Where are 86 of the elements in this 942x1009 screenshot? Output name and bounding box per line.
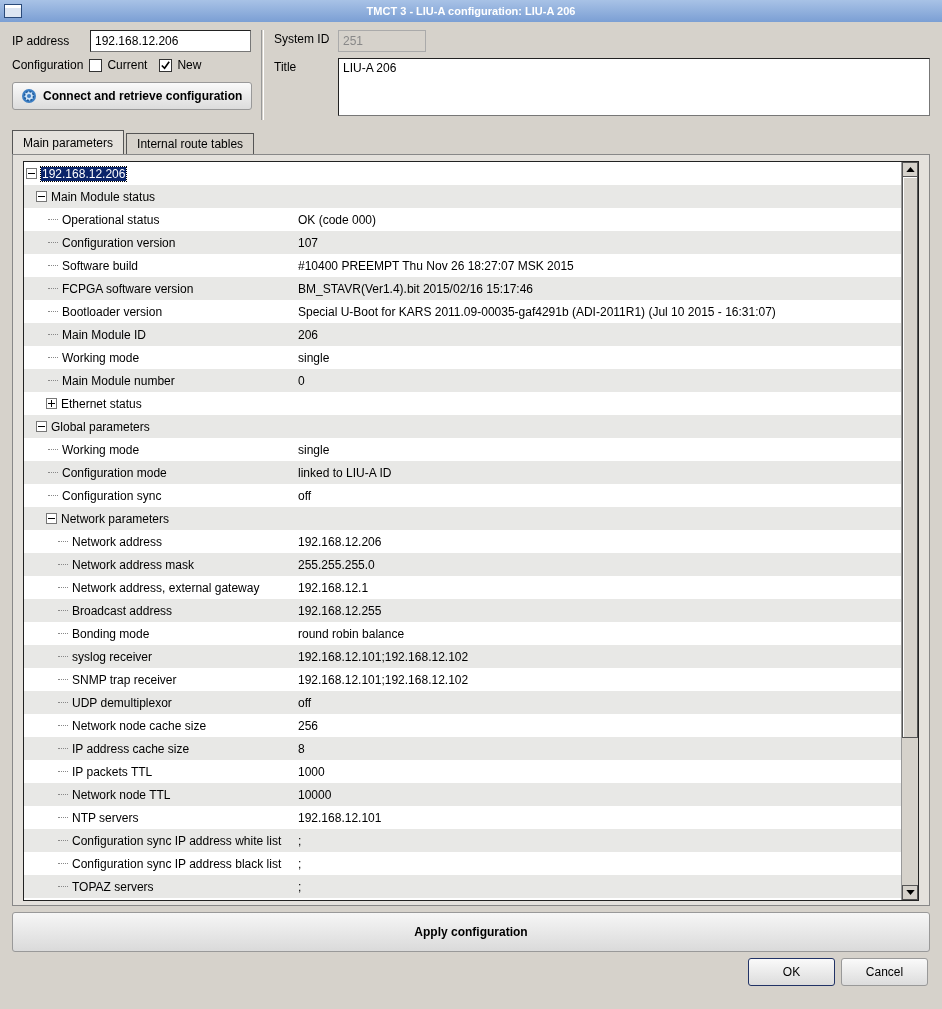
value-cell-text: ;: [297, 833, 302, 848]
tree-item-label[interactable]: 192.168.12.206: [41, 166, 127, 181]
checkbox[interactable]: [89, 58, 103, 72]
tree-item-label[interactable]: SNMP trap receiver: [72, 672, 177, 687]
value-cell-text: BM_STAVR(Ver1.4).bit 2015/02/16 15:17:46: [297, 281, 534, 296]
tree-item-label[interactable]: IP packets TTL: [72, 764, 153, 779]
tree-item-label[interactable]: Network address: [72, 534, 163, 549]
value-cell-text: #10400 PREEMPT Thu Nov 26 18:27:07 MSK 2015: [297, 258, 574, 273]
value-cell-text: 256: [297, 718, 319, 733]
expand-icon[interactable]: [46, 398, 57, 409]
tree-item-label[interactable]: Working mode: [62, 350, 140, 365]
value-cell-text: 1000: [297, 764, 325, 779]
checkbox-label: New: [177, 58, 202, 72]
value-cell-text: 10000: [297, 787, 332, 802]
collapse-icon[interactable]: [46, 513, 57, 524]
tree-item-label[interactable]: Bonding mode: [72, 626, 150, 641]
checkbox[interactable]: [159, 58, 173, 72]
window-title: TMCT 3 - LIU-A configuration: LIU-A 206: [366, 5, 576, 17]
ip-address-label: IP address: [12, 34, 71, 48]
tab[interactable]: Main parameters: [12, 130, 125, 154]
dialog-button[interactable]: Cancel: [841, 958, 928, 986]
tree-item-label[interactable]: Network address mask: [72, 557, 195, 572]
tree-item-label[interactable]: Main Module ID: [62, 327, 147, 342]
tree-item-label[interactable]: Global parameters: [51, 419, 150, 434]
value-cell-text: 192.168.12.101;192.168.12.102: [297, 649, 469, 664]
window-menu-icon[interactable]: [4, 4, 22, 18]
value-cell-text: 8: [297, 741, 305, 756]
value-cell-text: single: [297, 350, 330, 365]
tree-item-label[interactable]: UDP demultiplexor: [72, 695, 172, 710]
ip-address-field[interactable]: 192.168.12.206: [90, 30, 251, 52]
value-cell-text: Special U-Boot for KARS 2011.09-00035-gaf4291b (ADI-2011R1) (Jul 10 2015 - 16:31:07): [297, 304, 776, 319]
tree-item-label[interactable]: Broadcast address: [72, 603, 173, 618]
tree-item-label[interactable]: Ethernet status: [61, 396, 142, 411]
title-label: Title: [274, 59, 298, 74]
collapse-icon[interactable]: [26, 168, 37, 179]
tab[interactable]: Internal route tables: [126, 133, 255, 154]
connect-button[interactable]: Connect and retrieve configuration: [12, 82, 252, 110]
tree-item-label[interactable]: syslog receiver: [72, 649, 153, 664]
gear-icon: [21, 88, 37, 104]
value-cell-text: 0: [297, 373, 305, 388]
value-cell-text: linked to LIU-A ID: [297, 465, 392, 480]
apply-button[interactable]: Apply configuration: [12, 912, 930, 952]
value-cell-text: 192.168.12.101;192.168.12.102: [297, 672, 469, 687]
tree-item-label[interactable]: Configuration version: [62, 235, 176, 250]
value-cell-text: 192.168.12.255: [297, 603, 382, 618]
tree-item-label[interactable]: Network node cache size: [72, 718, 207, 733]
tree-item-label[interactable]: Main Module status: [51, 189, 156, 204]
tree-item-label[interactable]: TOPAZ servers: [72, 879, 154, 894]
configuration-label: Configuration: [12, 58, 84, 72]
dialog-button[interactable]: OK: [748, 958, 835, 986]
value-cell-text: round robin balance: [297, 626, 405, 641]
value-cell-text: single: [297, 442, 330, 457]
tree-item-label[interactable]: Network address, external gateway: [72, 580, 260, 595]
tree-item-label[interactable]: Network node TTL: [72, 787, 171, 802]
value-cell-text: 206: [297, 327, 319, 342]
value-cell-text: off: [297, 695, 312, 710]
tree-item-label[interactable]: Configuration sync IP address white list: [72, 833, 282, 848]
tree-item-label[interactable]: IP address cache size: [72, 741, 190, 756]
tree-item-label[interactable]: Configuration sync: [62, 488, 162, 503]
tree-item-label[interactable]: Bootloader version: [62, 304, 163, 319]
value-cell-text: ;: [297, 879, 302, 894]
value-cell-text: 107: [297, 235, 319, 250]
value-cell-text: 192.168.12.1: [297, 580, 369, 595]
tree-item-label[interactable]: Operational status: [62, 212, 160, 227]
scroll-down-icon[interactable]: [902, 885, 918, 900]
tree-item-label[interactable]: Working mode: [62, 442, 140, 457]
collapse-icon[interactable]: [36, 421, 47, 432]
collapse-icon[interactable]: [36, 191, 47, 202]
tree-item-label[interactable]: Configuration mode: [62, 465, 167, 480]
tree-item-label[interactable]: NTP servers: [72, 810, 139, 825]
checkbox-label: Current: [107, 58, 148, 72]
value-cell-text: 255.255.255.0: [297, 557, 375, 572]
system-id-label: System ID: [274, 31, 331, 46]
value-cell-text: off: [297, 488, 312, 503]
title-field[interactable]: LIU-A 206: [338, 58, 930, 116]
value-cell-text: OK (code 000): [297, 212, 377, 227]
tree-item-label[interactable]: Software build: [62, 258, 139, 273]
tree-item-label[interactable]: FCPGA software version: [62, 281, 194, 296]
scroll-up-icon[interactable]: [902, 162, 918, 177]
tree-item-label[interactable]: Configuration sync IP address black list: [72, 856, 282, 871]
value-cell-text: ;: [297, 856, 302, 871]
value-cell-text: 192.168.12.206: [297, 534, 382, 549]
scroll-thumb[interactable]: [902, 177, 918, 738]
value-cell-text: 192.168.12.101: [297, 810, 382, 825]
tree-item-label[interactable]: Main Module number: [62, 373, 175, 388]
tree-item-label[interactable]: Network parameters: [61, 511, 170, 526]
